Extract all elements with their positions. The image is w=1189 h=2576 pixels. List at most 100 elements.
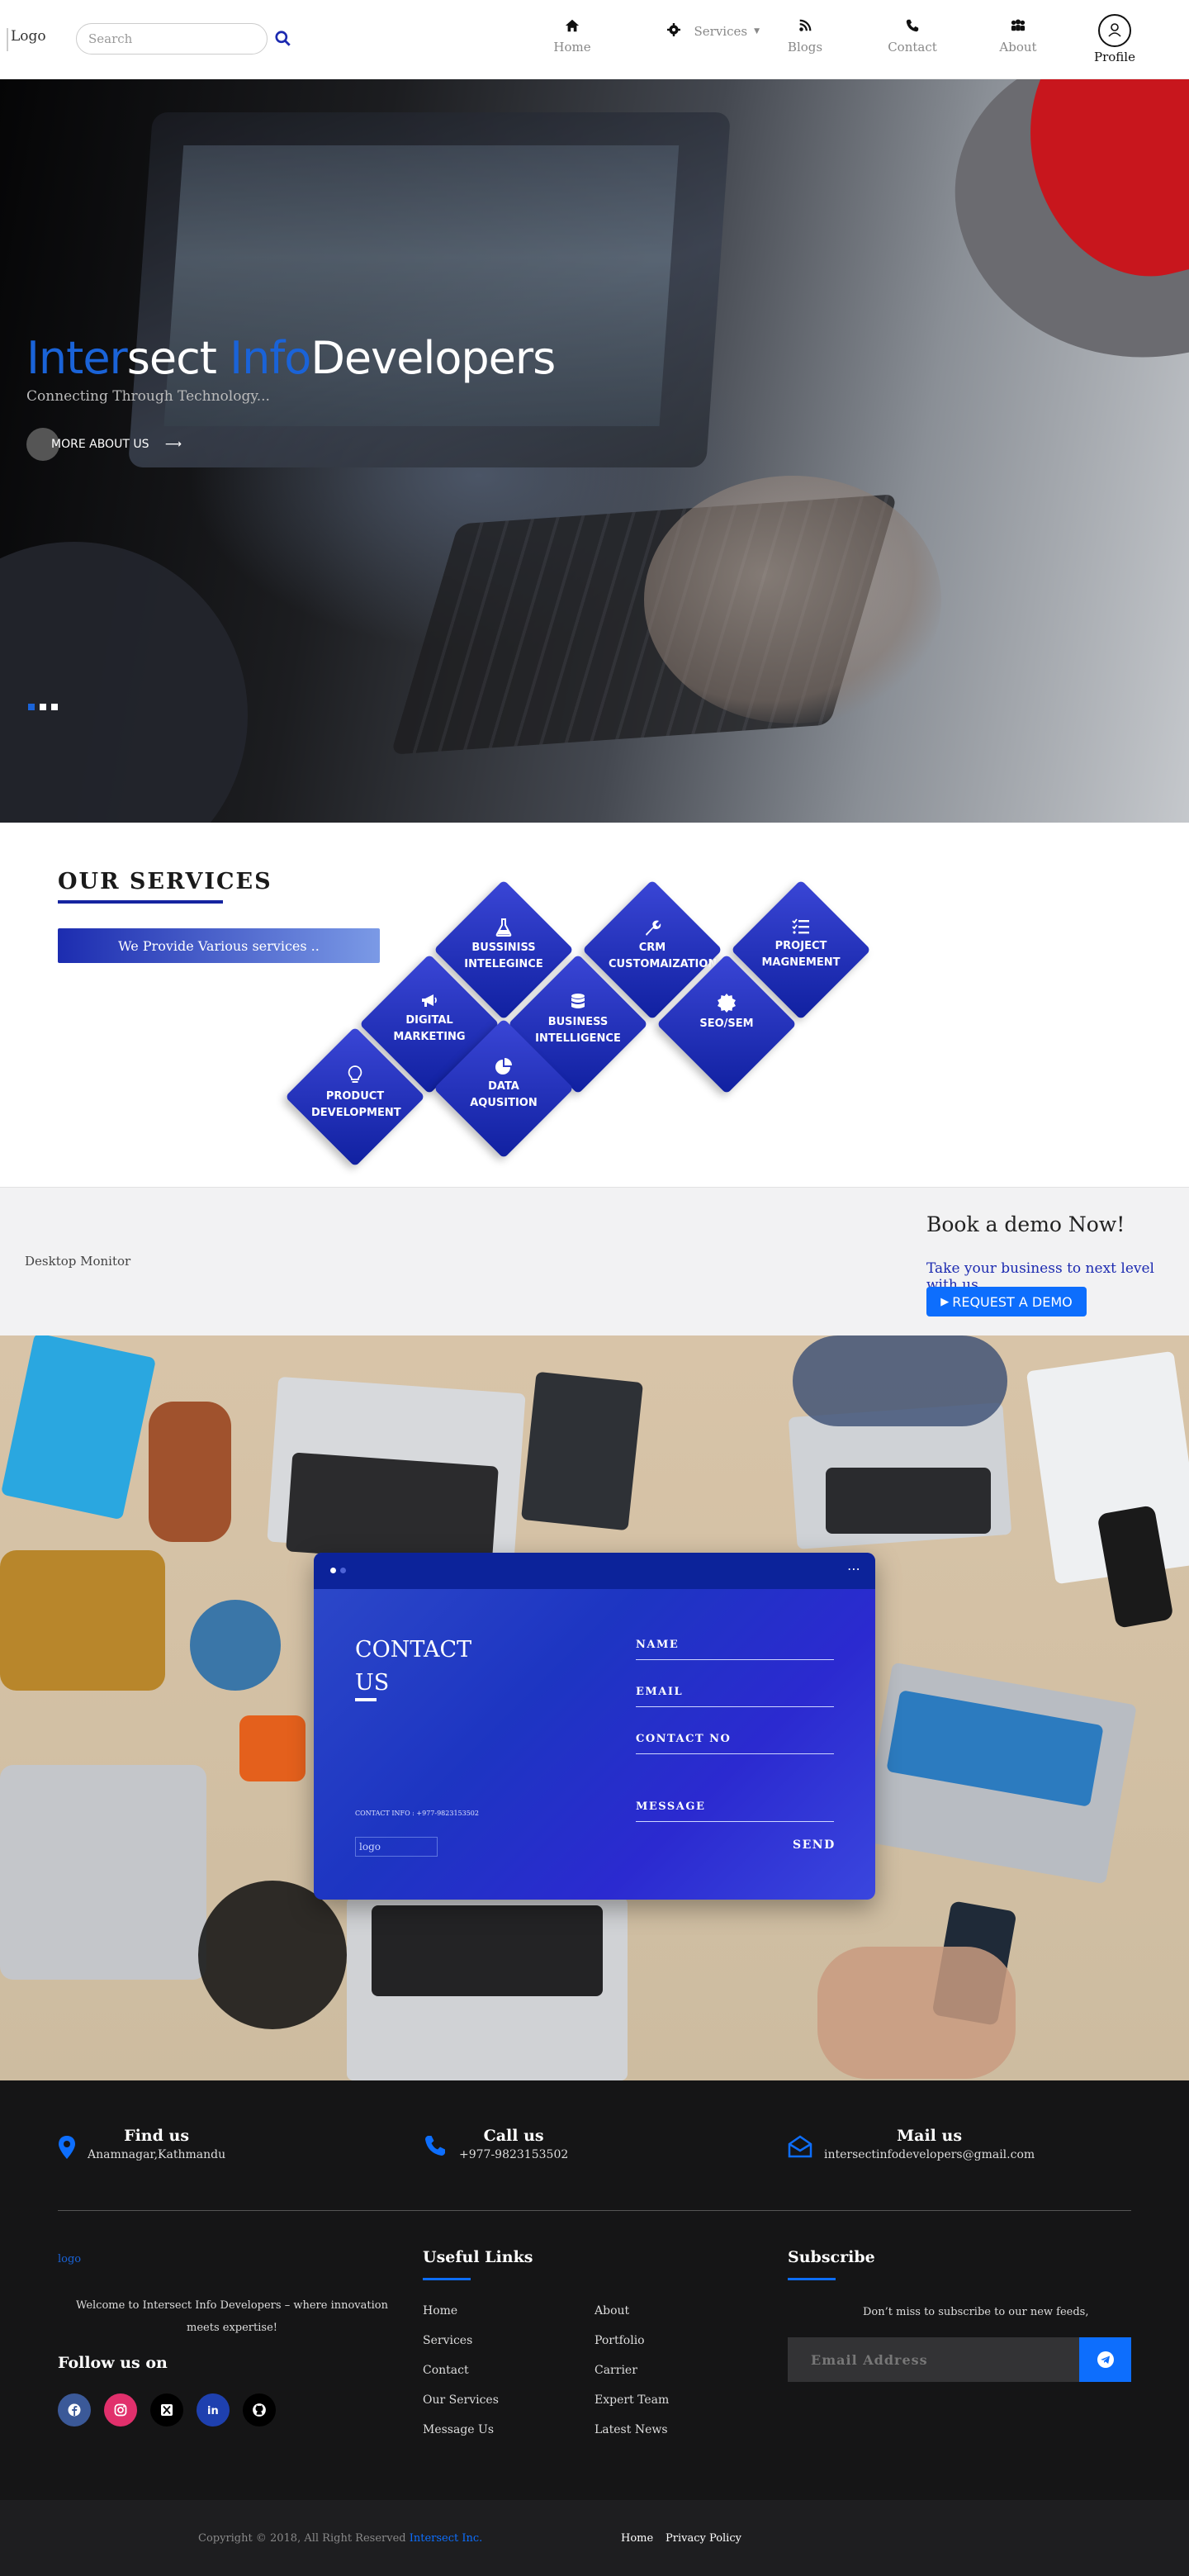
subscribe-send-button[interactable] — [1079, 2337, 1131, 2382]
service-tile-content: PRODUCT DEVELOPMENT — [293, 1065, 417, 1122]
subscribe-email-input[interactable]: Email Address — [788, 2337, 1079, 2382]
send-button[interactable]: SEND — [793, 1838, 836, 1852]
footer-mail-us: Mail us intersectinfodevelopers@gmail.com — [788, 2127, 1035, 2161]
nav-contact[interactable]: Contact — [871, 15, 954, 55]
nav-services-dropdown[interactable]: Services ▼ — [661, 20, 760, 43]
nav-blogs[interactable]: Blogs — [764, 15, 846, 55]
arrow-right-icon: ⟶ — [164, 438, 182, 451]
desktop-monitor-image: Desktop Monitor — [25, 1254, 131, 1269]
more-about-us-button[interactable]: MORE ABOUT US ⟶ — [26, 428, 182, 461]
carousel-dot[interactable] — [28, 704, 35, 710]
database-icon — [516, 993, 640, 1011]
map-marker-icon — [59, 2136, 75, 2159]
nav-home[interactable]: Home — [531, 15, 613, 55]
hero-title-part4: Developers — [310, 332, 556, 384]
service-tile-content: DIGITAL MARKETING — [367, 993, 491, 1046]
useful-links-title: Useful Links — [423, 2248, 533, 2266]
contact-no-field[interactable]: CONTACT NO — [636, 1733, 834, 1754]
nav-about-label: About — [999, 40, 1037, 55]
subscribe-underline — [788, 2278, 836, 2280]
hero-subtitle: Connecting Through Technology... — [26, 388, 270, 405]
footer-logo[interactable]: logo — [58, 2253, 81, 2265]
hero-carousel-indicators — [28, 704, 58, 710]
service-tile-content: CRM CUSTOMAIZATION — [590, 918, 717, 973]
nav-profile[interactable]: Profile — [1073, 13, 1156, 64]
service-tile-label: DATA AQUSITION — [470, 1080, 538, 1109]
footer-link[interactable]: Contact — [423, 2364, 469, 2377]
demo-title: Book a demo Now! — [926, 1212, 1125, 1236]
home-icon — [565, 19, 580, 32]
search-input[interactable]: Search — [76, 23, 268, 55]
flask-icon — [442, 918, 566, 937]
footer-link[interactable]: Expert Team — [594, 2393, 669, 2407]
service-tile-label: BUSINESS INTELLIGENCE — [535, 1016, 621, 1045]
hero-hand — [644, 476, 941, 723]
users-icon — [1011, 19, 1026, 31]
footer-link[interactable]: Services — [423, 2334, 472, 2347]
nav-about[interactable]: About — [977, 15, 1059, 55]
nav-blogs-label: Blogs — [787, 40, 823, 55]
message-field[interactable]: MESSAGE — [636, 1800, 834, 1822]
mail-us-title: Mail us — [897, 2127, 963, 2145]
follow-us-title: Follow us on — [58, 2354, 168, 2372]
linkedin-link[interactable]: in — [197, 2393, 230, 2427]
contact-title-underline — [355, 1698, 377, 1701]
footer-link[interactable]: Carrier — [594, 2364, 637, 2377]
mail-us-value: intersectinfodevelopers@gmail.com — [824, 2148, 1035, 2161]
carousel-dot[interactable] — [51, 704, 58, 710]
instagram-link[interactable] — [104, 2393, 137, 2427]
hero-laptop-screen — [127, 112, 732, 467]
subscribe-text: Don’t miss to subscribe to our new feeds… — [863, 2306, 1089, 2318]
bottom-link-home[interactable]: Home — [621, 2532, 653, 2545]
pie-chart-icon — [442, 1057, 566, 1075]
nav-services-label: Services — [694, 24, 748, 39]
wrench-icon — [590, 918, 714, 937]
request-demo-label: REQUEST A DEMO — [952, 1293, 1073, 1310]
logo[interactable]: Logo — [7, 28, 46, 51]
telegram-icon — [1097, 2351, 1114, 2368]
more-options-icon[interactable]: ⋯ — [847, 1561, 860, 1577]
footer-link[interactable]: About — [594, 2304, 629, 2317]
search-icon[interactable] — [274, 30, 292, 48]
facebook-link[interactable] — [58, 2393, 91, 2427]
footer-link[interactable]: Portfolio — [594, 2334, 645, 2347]
footer-find-us: Find us Anamnagar,Kathmandu — [58, 2127, 225, 2161]
service-tile-label: BUSSINISS INTELEGINCE — [464, 942, 543, 970]
carousel-dot[interactable] — [40, 704, 46, 710]
footer-link[interactable]: Home — [423, 2304, 457, 2317]
service-tile-content: BUSINESS INTELLIGENCE — [516, 993, 640, 1047]
linkedin-icon: in — [207, 2405, 219, 2417]
rss-icon — [799, 19, 812, 31]
footer-link[interactable]: Our Services — [423, 2393, 499, 2407]
badge-icon — [665, 993, 789, 1013]
request-demo-button[interactable]: ▶ REQUEST A DEMO — [926, 1287, 1087, 1316]
service-tile-content: PROJECT MAGNEMENT — [739, 918, 863, 971]
footer-link[interactable]: Message Us — [423, 2423, 494, 2436]
footer-link[interactable]: Latest News — [594, 2423, 668, 2436]
bottom-link-privacy[interactable]: Privacy Policy — [666, 2532, 741, 2545]
user-circle-icon — [1098, 14, 1131, 47]
svg-text:in: in — [207, 2405, 219, 2417]
subscribe-title: Subscribe — [788, 2248, 875, 2266]
hero-title-part3: Info — [230, 332, 311, 384]
lightbulb-icon — [293, 1065, 417, 1085]
top-navbar: Logo Search Home Services ▼ Blogs Contact… — [0, 0, 1189, 79]
name-field[interactable]: NAME — [636, 1639, 834, 1660]
service-tile-content: DATA AQUSITION — [442, 1057, 566, 1112]
facebook-icon — [68, 2403, 81, 2417]
call-us-value: +977-9823153502 — [459, 2148, 569, 2161]
company-link[interactable]: Intersect Inc. — [410, 2532, 483, 2545]
megaphone-icon — [367, 993, 491, 1009]
service-tile-label: DIGITAL MARKETING — [393, 1014, 466, 1043]
bottom-bar — [0, 2500, 1189, 2576]
service-tile-label: SEO/SEM — [699, 1018, 754, 1030]
contact-logo: logo — [355, 1837, 438, 1857]
email-field[interactable]: EMAIL — [636, 1686, 834, 1707]
nav-contact-label: Contact — [888, 40, 937, 55]
x-icon — [161, 2404, 173, 2416]
copyright: Copyright © 2018, All Right Reserved Int… — [198, 2532, 482, 2545]
contact-title: CONTACT US — [355, 1637, 472, 1696]
copyright-text: Copyright © 2018, All Right Reserved — [198, 2532, 410, 2545]
x-link[interactable] — [150, 2393, 183, 2427]
github-link[interactable] — [243, 2393, 276, 2427]
